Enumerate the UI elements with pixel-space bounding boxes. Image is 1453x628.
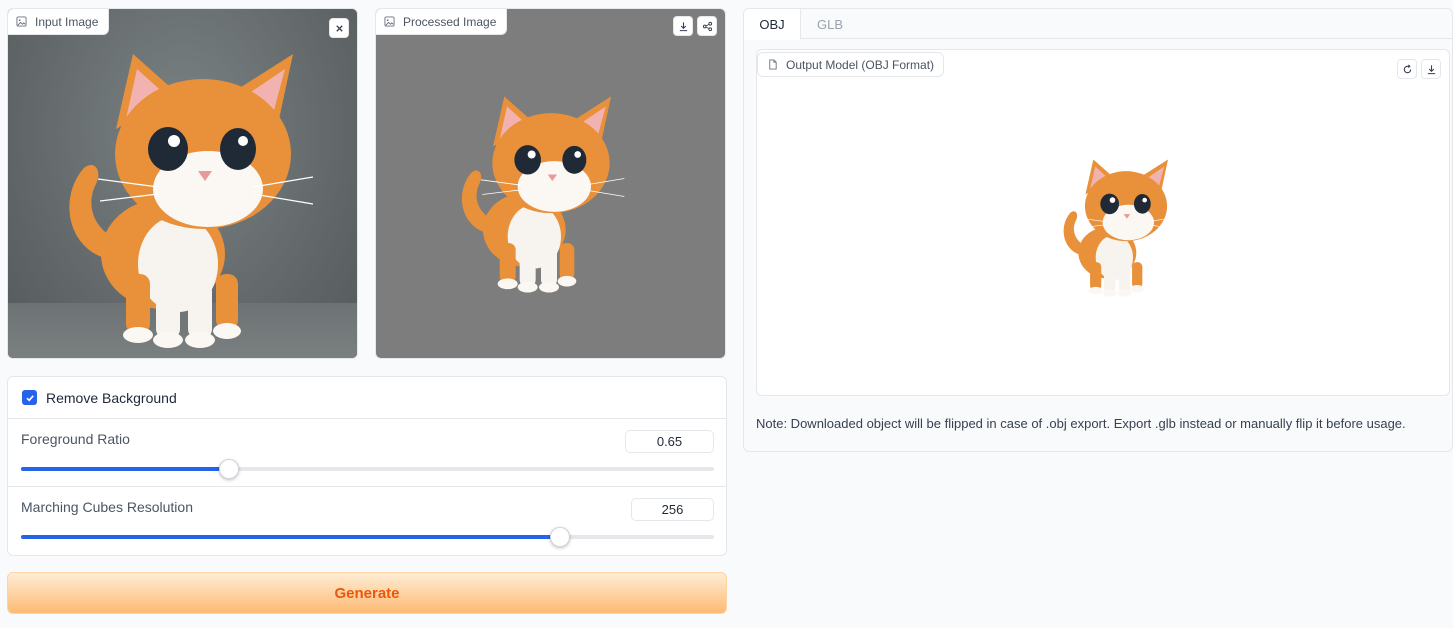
output-section: OBJ GLB Output Model (OBJ Format) Note: …	[743, 8, 1453, 452]
foreground-ratio-thumb[interactable]	[218, 459, 239, 479]
marching-cubes-slider[interactable]	[21, 527, 714, 547]
processed-download-button[interactable]	[673, 16, 693, 36]
tab-obj[interactable]: OBJ	[744, 9, 801, 40]
output-model-viewer[interactable]: Output Model (OBJ Format)	[756, 49, 1450, 396]
tab-glb[interactable]: GLB	[804, 9, 856, 39]
generate-button[interactable]: Generate	[7, 572, 727, 614]
foreground-ratio-fill	[21, 467, 229, 471]
export-note: Note: Downloaded object will be flipped …	[756, 416, 1406, 431]
share-icon	[702, 21, 712, 31]
processed-image-panel: Processed Image	[375, 8, 726, 359]
processed-share-button[interactable]	[697, 16, 717, 36]
reset-view-button[interactable]	[1397, 59, 1417, 79]
image-icon	[16, 16, 27, 27]
clear-image-button[interactable]	[329, 18, 349, 38]
foreground-ratio-input[interactable]: 0.65	[625, 430, 714, 453]
file-icon	[769, 59, 777, 70]
remove-background-row[interactable]: Remove Background	[8, 377, 726, 419]
marching-cubes-block: Marching Cubes Resolution 256	[8, 487, 726, 555]
settings-panel: Remove Background Foreground Ratio 0.65 …	[7, 376, 727, 556]
input-image-label-chip: Input Image	[8, 9, 110, 35]
marching-cubes-thumb[interactable]	[550, 527, 570, 547]
remove-background-label: Remove Background	[46, 389, 177, 406]
download-icon	[1427, 64, 1435, 74]
reset-view-icon	[1403, 64, 1411, 73]
marching-cubes-input[interactable]: 256	[631, 498, 714, 521]
output-model-label-chip: Output Model (OBJ Format)	[757, 52, 945, 77]
foreground-ratio-slider[interactable]	[21, 459, 714, 479]
kitten-photo	[68, 53, 314, 349]
foreground-ratio-label: Foreground Ratio	[21, 431, 130, 447]
kitten-3d-model	[1063, 159, 1178, 297]
check-icon	[25, 394, 34, 401]
marching-cubes-fill	[21, 535, 560, 539]
input-image-preview	[8, 9, 357, 358]
processed-image-label: Processed Image	[403, 14, 497, 29]
close-icon	[335, 24, 343, 32]
output-model-label: Output Model (OBJ Format)	[786, 57, 935, 72]
remove-background-checkbox[interactable]	[22, 390, 37, 405]
download-icon	[679, 21, 687, 31]
marching-cubes-label: Marching Cubes Resolution	[21, 499, 193, 515]
processed-image-label-chip: Processed Image	[376, 9, 508, 35]
model-download-button[interactable]	[1421, 59, 1441, 79]
kitten-cutout	[461, 96, 625, 293]
input-image-panel[interactable]: Input Image	[7, 8, 358, 359]
output-tabs: OBJ GLB	[744, 9, 1452, 40]
foreground-ratio-block: Foreground Ratio 0.65	[8, 419, 726, 487]
input-image-label: Input Image	[35, 14, 99, 29]
image-icon	[384, 16, 395, 27]
